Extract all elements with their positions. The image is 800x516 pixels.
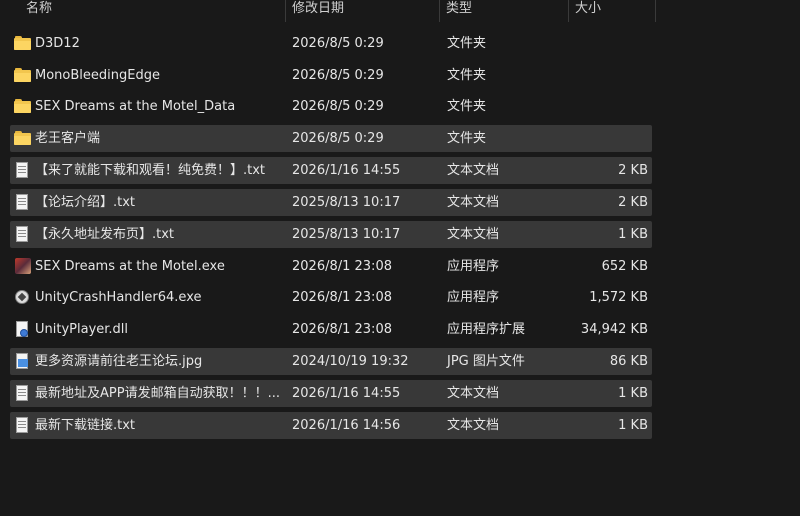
file-name: SEX Dreams at the Motel.exe bbox=[35, 259, 225, 274]
column-header-name-label: 名称 bbox=[26, 1, 53, 16]
file-date: 2024/10/19 19:32 bbox=[292, 354, 409, 369]
file-size: 86 KB bbox=[609, 354, 648, 369]
text-file-icon bbox=[14, 162, 32, 179]
file-row[interactable]: SEX Dreams at the Motel_Data 2026/8/5 0:2… bbox=[10, 93, 652, 120]
file-date: 2025/8/13 10:17 bbox=[292, 227, 401, 242]
file-name: 【论坛介绍】.txt bbox=[35, 195, 136, 210]
file-name: UnityCrashHandler64.exe bbox=[35, 290, 202, 305]
file-size: 1 KB bbox=[618, 418, 648, 433]
file-type: 文本文档 bbox=[447, 195, 500, 210]
file-row[interactable]: UnityCrashHandler64.exe 2026/8/1 23:08 应用程… bbox=[10, 284, 652, 311]
file-type: 应用程序 bbox=[447, 290, 500, 305]
file-name: 更多资源请前往老王论坛.jpg bbox=[35, 354, 203, 369]
file-name: 老王客户端 bbox=[35, 131, 101, 146]
file-name: MonoBleedingEdge bbox=[35, 68, 160, 83]
file-type: 文件夹 bbox=[447, 99, 487, 114]
file-row[interactable]: 最新下载链接.txt 2026/1/16 14:56 文本文档 1 KB bbox=[10, 412, 652, 439]
column-header-date-label: 修改日期 bbox=[292, 1, 345, 16]
column-header-type[interactable]: 类型 bbox=[440, 0, 569, 22]
file-date: 2026/1/16 14:55 bbox=[292, 386, 401, 401]
file-date: 2026/8/1 23:08 bbox=[292, 322, 392, 337]
text-file-icon bbox=[14, 194, 32, 211]
file-type: 文件夹 bbox=[447, 36, 487, 51]
folder-icon bbox=[14, 35, 32, 52]
file-row[interactable]: 【论坛介绍】.txt 2025/8/13 10:17 文本文档 2 KB bbox=[10, 189, 652, 216]
file-type: 文本文档 bbox=[447, 163, 500, 178]
file-size: 652 KB bbox=[601, 259, 648, 274]
file-type: 文本文档 bbox=[447, 386, 500, 401]
file-date: 2026/8/1 23:08 bbox=[292, 290, 392, 305]
file-type: 应用程序扩展 bbox=[447, 322, 526, 337]
file-type: 文件夹 bbox=[447, 131, 487, 146]
file-name: SEX Dreams at the Motel_Data bbox=[35, 99, 236, 114]
file-row[interactable]: 更多资源请前往老王论坛.jpg 2024/10/19 19:32 JPG 图片文件 8… bbox=[10, 348, 652, 375]
file-size: 34,942 KB bbox=[580, 322, 648, 337]
file-size: 1 KB bbox=[618, 386, 648, 401]
unity-icon bbox=[14, 289, 32, 306]
folder-icon bbox=[14, 130, 32, 147]
column-header-type-label: 类型 bbox=[446, 1, 473, 16]
file-name: 最新地址及APP请发邮箱自动获取！！！... bbox=[35, 386, 280, 401]
column-header-size-label: 大小 bbox=[575, 1, 602, 16]
file-date: 2026/8/5 0:29 bbox=[292, 99, 384, 114]
file-row[interactable]: SEX Dreams at the Motel.exe 2026/8/1 23:0… bbox=[10, 253, 652, 280]
file-date: 2025/8/13 10:17 bbox=[292, 195, 401, 210]
file-size: 1 KB bbox=[618, 227, 648, 242]
file-date: 2026/8/5 0:29 bbox=[292, 68, 384, 83]
folder-icon bbox=[14, 98, 32, 115]
text-file-icon bbox=[14, 385, 32, 402]
jpg-icon bbox=[14, 353, 32, 370]
column-header-bar: 名称 修改日期 类型 大小 bbox=[0, 0, 800, 22]
file-size: 2 KB bbox=[618, 195, 648, 210]
file-row[interactable]: 老王客户端 2026/8/5 0:29 文件夹 bbox=[10, 125, 652, 152]
file-type: 文件夹 bbox=[447, 68, 487, 83]
game-exe-icon bbox=[14, 258, 32, 275]
file-row[interactable]: 最新地址及APP请发邮箱自动获取！！！... 2026/1/16 14:55 文本文… bbox=[10, 380, 652, 407]
file-name: 【来了就能下载和观看！纯免费！】.txt bbox=[35, 163, 266, 178]
file-type: JPG 图片文件 bbox=[447, 354, 525, 369]
text-file-icon bbox=[14, 226, 32, 243]
file-type: 文本文档 bbox=[447, 418, 500, 433]
file-date: 2026/8/5 0:29 bbox=[292, 131, 384, 146]
file-name: 最新下载链接.txt bbox=[35, 418, 136, 433]
file-date: 2026/8/1 23:08 bbox=[292, 259, 392, 274]
folder-icon bbox=[14, 67, 32, 84]
file-date: 2026/8/5 0:29 bbox=[292, 36, 384, 51]
text-file-icon bbox=[14, 417, 32, 434]
file-row[interactable]: UnityPlayer.dll 2026/8/1 23:08 应用程序扩展 34,94… bbox=[10, 316, 652, 343]
file-type: 文本文档 bbox=[447, 227, 500, 242]
file-size: 2 KB bbox=[618, 163, 648, 178]
column-header-date[interactable]: 修改日期 bbox=[286, 0, 440, 22]
dll-icon bbox=[14, 321, 32, 338]
file-row[interactable]: 【永久地址发布页】.txt 2025/8/13 10:17 文本文档 1 KB bbox=[10, 221, 652, 248]
file-row[interactable]: D3D12 2026/8/5 0:29 文件夹 bbox=[10, 30, 652, 57]
file-row[interactable]: MonoBleedingEdge 2026/8/5 0:29 文件夹 bbox=[10, 62, 652, 89]
file-row[interactable]: 【来了就能下载和观看！纯免费！】.txt 2026/1/16 14:55 文本文档 2… bbox=[10, 157, 652, 184]
column-header-name[interactable]: 名称 bbox=[0, 0, 286, 22]
file-name: D3D12 bbox=[35, 36, 80, 51]
file-date: 2026/1/16 14:55 bbox=[292, 163, 401, 178]
file-name: 【永久地址发布页】.txt bbox=[35, 227, 175, 242]
column-header-size[interactable]: 大小 bbox=[569, 0, 656, 22]
file-type: 应用程序 bbox=[447, 259, 500, 274]
file-date: 2026/1/16 14:56 bbox=[292, 418, 401, 433]
file-size: 1,572 KB bbox=[589, 290, 648, 305]
file-name: UnityPlayer.dll bbox=[35, 322, 129, 337]
